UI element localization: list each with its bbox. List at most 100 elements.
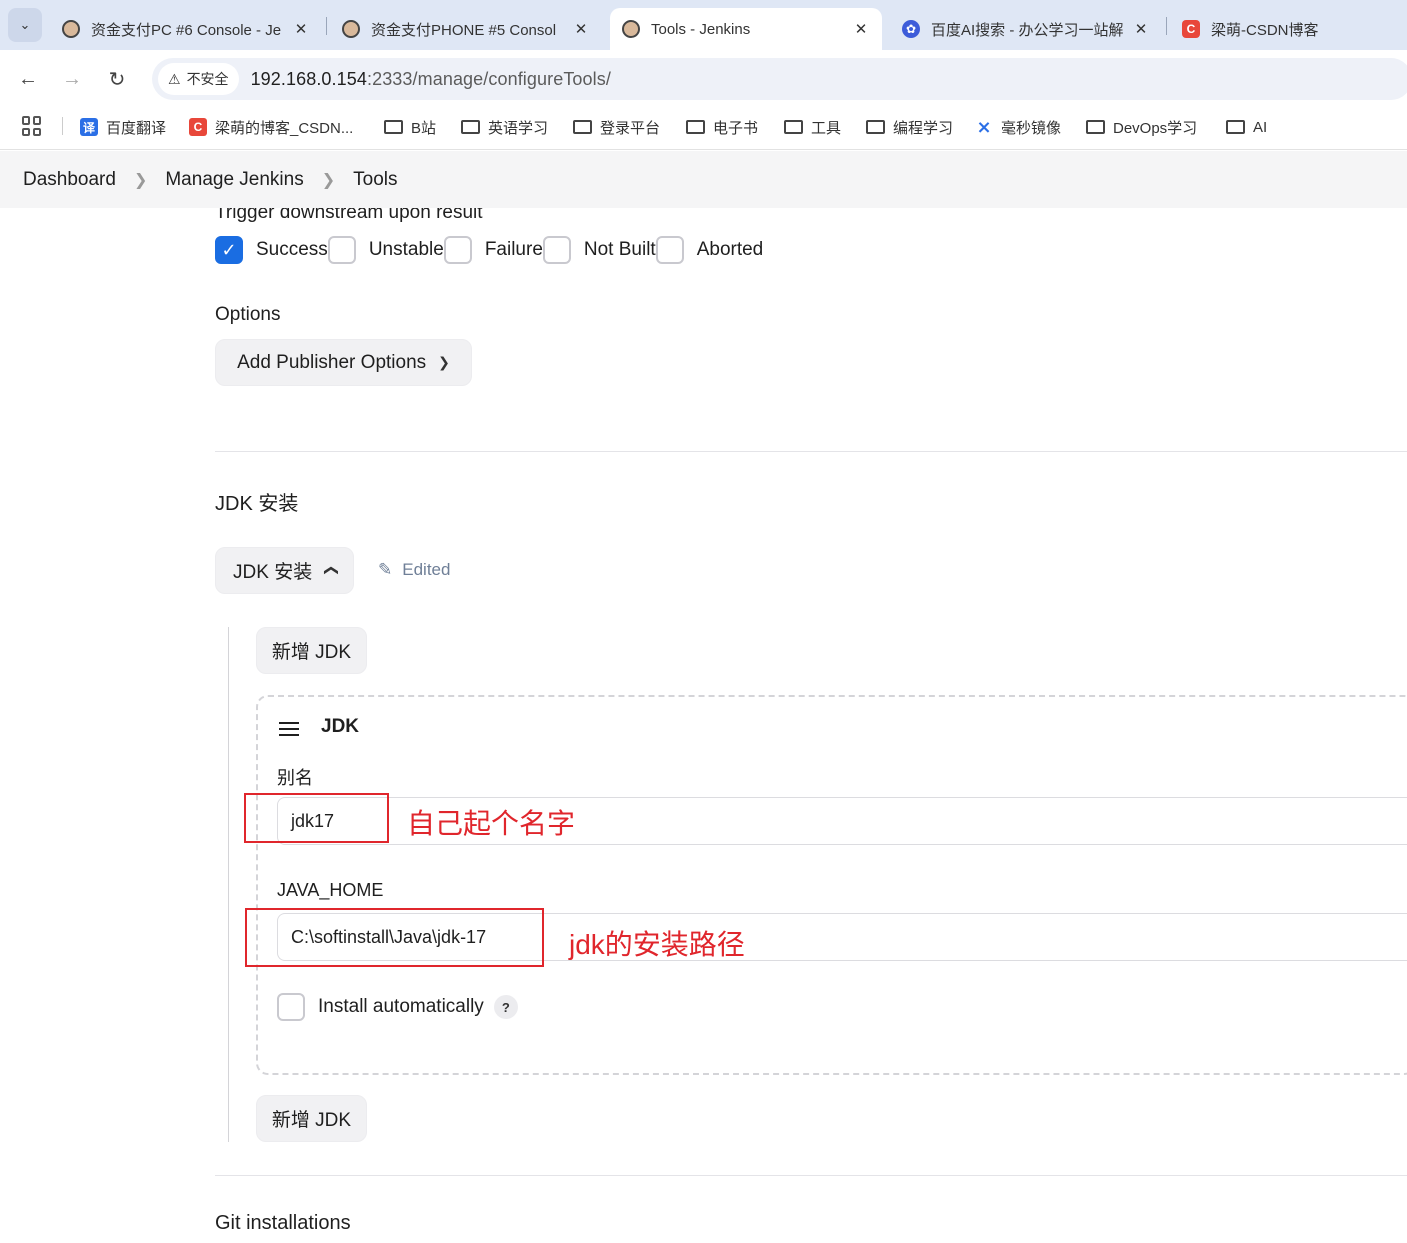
bookmark-label: 梁萌的博客_CSDN... [215, 119, 354, 137]
checkbox-success[interactable]: ✓ [215, 236, 243, 264]
bookmark-csdn-blog[interactable]: C 梁萌的博客_CSDN... [189, 114, 353, 140]
close-icon[interactable]: ✕ [1132, 20, 1150, 38]
folder-icon [1086, 120, 1105, 134]
bookmark-folder-login[interactable]: 登录平台 [573, 114, 660, 140]
close-icon[interactable]: ✕ [292, 20, 310, 38]
bookmark-folder-programming[interactable]: 编程学习 [866, 114, 953, 140]
bookmark-label: B站 [411, 119, 437, 137]
arrow-right-icon: → [62, 67, 82, 90]
url-path: :2333/manage/configureTools/ [366, 68, 611, 89]
close-icon[interactable]: ✕ [852, 20, 870, 38]
url-host: 192.168.0.154 [250, 68, 367, 89]
trigger-label: Trigger downstream upon result [215, 208, 483, 223]
chevron-down-icon: ❯ [438, 354, 450, 370]
jdk-item-title: JDK [321, 716, 360, 737]
annotation-box-java-home [245, 908, 544, 967]
bookmark-label: 工具 [811, 119, 842, 137]
folder-icon [573, 120, 592, 134]
fanyi-icon: 译 [80, 118, 98, 136]
tab-title: 梁萌-CSDN博客 [1211, 21, 1319, 39]
add-jdk-button-bottom[interactable]: 新增 JDK [256, 1095, 367, 1142]
csdn-icon: C [189, 118, 207, 136]
folder-icon [686, 120, 705, 134]
folder-icon [866, 120, 885, 134]
tab-5[interactable]: C 梁萌-CSDN博客 [1170, 8, 1407, 50]
folder-icon [784, 120, 803, 134]
bookmark-label: 编程学习 [893, 119, 954, 137]
address-bar: ← → ↻ ⚠ 不安全 192.168.0.154:2333/manage/co… [0, 50, 1407, 108]
button-label: JDK 安装 [233, 562, 313, 583]
install-automatically-label: Install automatically [318, 996, 484, 1017]
url-text[interactable]: 192.168.0.154:2333/manage/configureTools… [251, 69, 611, 90]
edited-indicator: ✎ Edited [378, 560, 450, 580]
breadcrumb-tools[interactable]: Tools [353, 169, 397, 191]
bookmark-folder-devops[interactable]: DevOps学习 [1086, 114, 1197, 140]
bookmark-label: 登录平台 [600, 119, 661, 137]
install-automatically-checkbox[interactable] [277, 993, 305, 1021]
jenkins-icon [622, 20, 640, 38]
bookmark-label: DevOps学习 [1113, 119, 1198, 137]
checkbox-label: Not Built [583, 239, 656, 260]
tab-3-active[interactable]: Tools - Jenkins ✕ [610, 8, 882, 50]
edited-label: Edited [402, 560, 451, 579]
help-icon[interactable]: ? [493, 995, 518, 1019]
tab-separator [326, 17, 327, 35]
tab-title: Tools - Jenkins [651, 20, 751, 38]
checkbox-label: Unstable [368, 239, 444, 260]
checkbox-aborted[interactable] [655, 236, 684, 264]
add-publisher-options-button[interactable]: Add Publisher Options ❯ [215, 339, 472, 386]
security-chip[interactable]: ⚠ 不安全 [158, 63, 239, 95]
breadcrumb: Dashboard ❯ Manage Jenkins ❯ Tools [0, 151, 1407, 208]
tab-1[interactable]: 资金支付PC #6 Console - Je ✕ [50, 8, 322, 50]
tab-title: 资金支付PC #6 Console - Je [91, 21, 282, 39]
bookmark-mirror[interactable]: ⨯ 毫秒镜像 [975, 114, 1061, 140]
checkbox-label: Failure [484, 239, 543, 260]
jenkins-icon [62, 20, 80, 38]
warning-icon: ⚠ [168, 70, 181, 87]
bookmark-baidu-fanyi[interactable]: 译 百度翻译 [80, 114, 166, 140]
omnibox[interactable]: ⚠ 不安全 192.168.0.154:2333/manage/configur… [152, 58, 1407, 100]
security-label: 不安全 [186, 71, 229, 87]
jenkins-icon [342, 20, 360, 38]
tab-title: 资金支付PHONE #5 Consol [371, 21, 557, 39]
apps-grid-icon[interactable] [22, 116, 42, 136]
jdk-toggle-button[interactable]: JDK 安装 ❯ [215, 547, 354, 594]
breadcrumb-dashboard[interactable]: Dashboard [23, 169, 116, 191]
chevron-up-icon: ❯ [321, 564, 338, 577]
bookmark-folder-ai[interactable]: AI [1226, 114, 1267, 140]
checkbox-label: Success [256, 239, 328, 260]
main-content: Trigger downstream upon result ✓ Success… [0, 208, 1407, 1243]
checkbox-failure[interactable] [443, 236, 472, 264]
tab-search-button[interactable]: ⌄ [8, 8, 42, 42]
arrow-left-icon: ← [18, 67, 38, 90]
baidu-icon: ✿ [902, 20, 920, 38]
chevron-right-icon: ❯ [321, 171, 336, 189]
bookmark-folder-ebooks[interactable]: 电子书 [686, 114, 758, 140]
annotation-box-alias [244, 793, 389, 843]
tab-4[interactable]: ✿ 百度AI搜索 - 办公学习一站解 ✕ [890, 8, 1162, 50]
forward-button[interactable]: → [57, 64, 87, 94]
folder-icon [1226, 120, 1245, 134]
alias-label: 别名 [277, 768, 313, 788]
close-icon[interactable]: ✕ [572, 20, 590, 38]
jdk-section-title: JDK 安装 [215, 493, 299, 515]
folder-icon [384, 120, 403, 134]
checkbox-unstable[interactable] [327, 236, 356, 264]
add-jdk-button-top[interactable]: 新增 JDK [256, 627, 367, 674]
tab-2[interactable]: 资金支付PHONE #5 Consol ✕ [330, 8, 602, 50]
annotation-alias-note: 自己起个名字 [407, 808, 576, 839]
checkbox-not-built[interactable] [542, 236, 571, 264]
folder-icon [461, 120, 480, 134]
bookmark-folder-bilibili[interactable]: B站 [384, 114, 436, 140]
button-label: Add Publisher Options [237, 351, 427, 373]
csdn-icon: C [1182, 20, 1200, 38]
reload-button[interactable]: ↻ [102, 64, 132, 94]
drag-handle-icon[interactable] [279, 722, 299, 736]
button-label: 新增 JDK [271, 1110, 352, 1131]
back-button[interactable]: ← [13, 64, 43, 94]
bookmark-label: 毫秒镜像 [1001, 119, 1062, 137]
breadcrumb-manage-jenkins[interactable]: Manage Jenkins [165, 169, 303, 191]
java-home-label: JAVA_HOME [277, 880, 384, 900]
bookmark-folder-tools[interactable]: 工具 [784, 114, 841, 140]
bookmark-folder-english[interactable]: 英语学习 [461, 114, 548, 140]
